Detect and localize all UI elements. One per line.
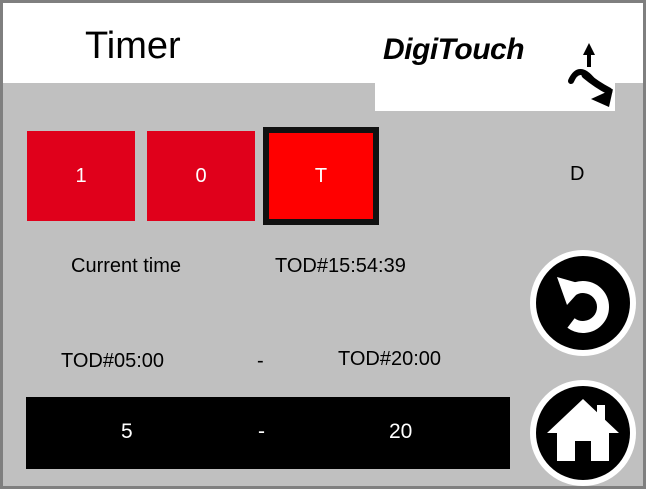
range-end-value: TOD#20:00	[338, 348, 442, 370]
digit-button-1[interactable]: 1	[27, 131, 135, 221]
range-separator: -	[257, 350, 264, 372]
range-start-hour[interactable]: 5	[121, 420, 133, 444]
timer-screen: Timer DigiTouch 1 0 T D Current time TOD…	[0, 0, 646, 489]
range-input-bar[interactable]: 5 - 20	[26, 397, 510, 469]
range-end-hour[interactable]: 20	[389, 420, 412, 444]
range-start-value: TOD#05:00	[61, 350, 165, 372]
current-time-label: Current time	[71, 255, 182, 277]
home-icon[interactable]	[527, 377, 639, 489]
current-time-value: TOD#15:54:39	[275, 255, 406, 277]
digitouch-mark-icon	[568, 43, 613, 107]
digit-button-3[interactable]: T	[263, 127, 379, 225]
digit-button-2[interactable]: 0	[147, 131, 255, 221]
logo-text: DigiTouch	[383, 33, 525, 66]
page-title: Timer	[85, 25, 181, 67]
range-hour-separator: -	[258, 420, 265, 443]
day-indicator: D	[570, 163, 585, 185]
digitouch-logo: DigiTouch	[375, 23, 615, 111]
undo-arrow-icon[interactable]	[527, 247, 639, 359]
